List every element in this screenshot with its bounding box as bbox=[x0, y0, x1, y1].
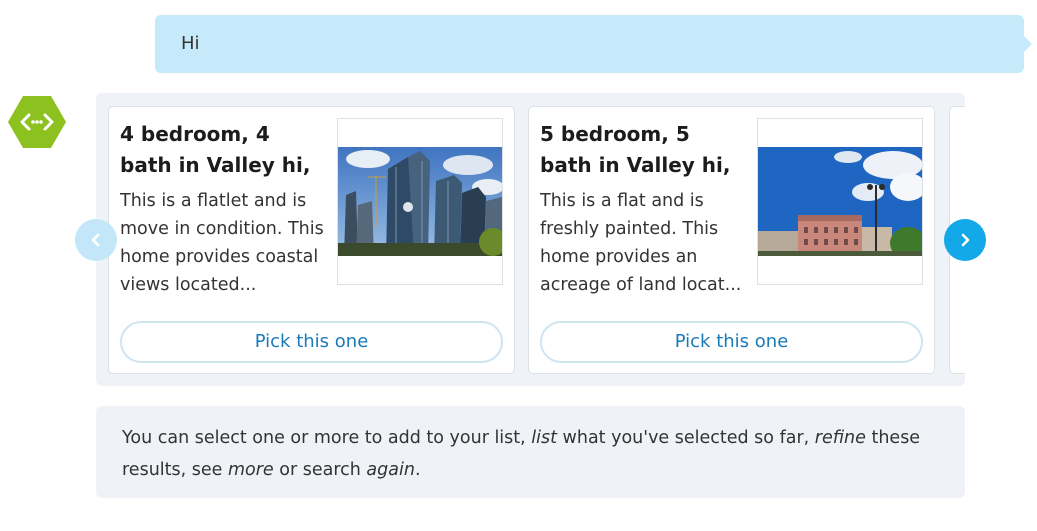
property-card-1: 4 bedroom, 4 bath in Valley hi, $2,2... … bbox=[108, 106, 515, 374]
info-text: You can select one or more to add to you… bbox=[122, 428, 532, 448]
keyword-list: list bbox=[531, 428, 557, 448]
user-message-bubble: Hi bbox=[155, 15, 1032, 73]
bot-info-message: You can select one or more to add to you… bbox=[96, 406, 965, 498]
card-title: 4 bedroom, 4 bath in Valley hi, $2,2... bbox=[120, 122, 311, 177]
pick-this-one-button[interactable]: Pick this one bbox=[120, 321, 503, 363]
info-text: or search bbox=[273, 460, 367, 480]
chevron-right-icon bbox=[961, 233, 970, 247]
property-card-2: 5 bedroom, 5 bath in Valley hi, $3,3... … bbox=[528, 106, 935, 374]
info-text: . bbox=[414, 460, 421, 480]
pick-this-one-button[interactable]: Pick this one bbox=[540, 321, 923, 363]
carousel-next-button[interactable] bbox=[944, 219, 986, 261]
chevron-left-icon bbox=[91, 233, 100, 247]
user-bubble-tail bbox=[1023, 35, 1032, 53]
info-text: what you've selected so far, bbox=[556, 428, 815, 448]
bot-hexagon-icon bbox=[8, 95, 66, 149]
carousel-prev-button[interactable] bbox=[75, 219, 117, 261]
card-description: This is a flatlet and is move in conditi… bbox=[120, 191, 324, 295]
keyword-again: again bbox=[366, 460, 415, 480]
card-description: This is a flat and is freshly painted. T… bbox=[540, 191, 742, 295]
card-title: 5 bedroom, 5 bath in Valley hi, $3,3... bbox=[540, 122, 731, 177]
city-skyscrapers-photo bbox=[337, 118, 503, 285]
user-message-text: Hi bbox=[181, 33, 200, 54]
keyword-more: more bbox=[227, 460, 274, 480]
keyword-refine: refine bbox=[814, 428, 866, 448]
hero-card-carousel: 4 bedroom, 4 bath in Valley hi, $2,2... … bbox=[96, 93, 965, 386]
historic-buildings-photo bbox=[757, 118, 923, 285]
